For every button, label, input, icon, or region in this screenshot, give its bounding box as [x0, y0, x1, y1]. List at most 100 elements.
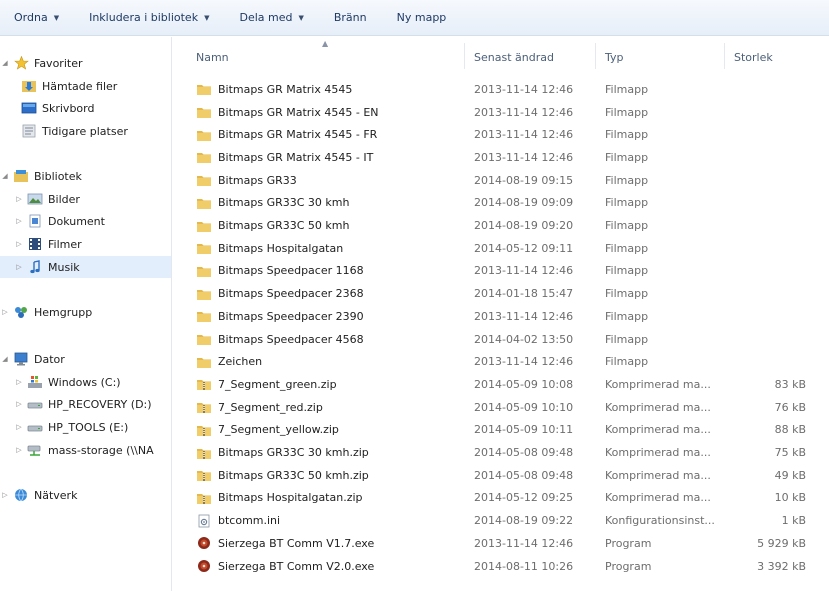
- music-icon: [27, 260, 43, 274]
- file-name: Bitmaps GR33: [218, 173, 297, 187]
- nav-homegroup[interactable]: ▷ Hemgrupp: [0, 301, 171, 323]
- file-row[interactable]: Bitmaps Hospitalgatan 2014-05-12 09:11 Fil…: [174, 237, 824, 260]
- nav-computer[interactable]: ◢ Dator: [0, 348, 171, 370]
- file-name-cell: Bitmaps GR Matrix 4545 - FR: [196, 128, 466, 142]
- file-row[interactable]: Bitmaps GR33C 30 kmh 2014-08-19 09:09 Film…: [174, 192, 824, 215]
- new-folder-button[interactable]: Ny mapp: [397, 11, 447, 24]
- expand-arrow-icon[interactable]: ▷: [14, 378, 24, 386]
- file-type: Filmapp: [605, 332, 649, 346]
- nav-music[interactable]: ▷ Musik: [0, 256, 171, 278]
- expand-arrow-icon[interactable]: ▷: [14, 217, 24, 225]
- column-type[interactable]: Typ: [605, 51, 624, 64]
- file-row[interactable]: Bitmaps Speedpacer 4568 2014-04-02 13:50 F…: [174, 328, 824, 351]
- include-in-library-button[interactable]: Inkludera i bibliotek ▼: [89, 11, 209, 24]
- file-name: Bitmaps Speedpacer 2368: [218, 287, 364, 301]
- nav-drive-c[interactable]: ▷ Windows (C:): [0, 371, 171, 393]
- file-row[interactable]: 7_Segment_red.zip 2014-05-09 10:10 Komprim…: [174, 396, 824, 419]
- file-date-modified: 2014-05-08 09:48: [474, 446, 574, 460]
- nav-label: Bibliotek: [34, 169, 82, 183]
- nav-drive-d[interactable]: ▷ HP_RECOVERY (D:): [0, 393, 171, 415]
- nav-network[interactable]: ▷ Nätverk: [0, 484, 171, 506]
- file-name: Bitmaps Hospitalgatan: [218, 241, 344, 255]
- nav-drive-e[interactable]: ▷ HP_TOOLS (E:): [0, 416, 171, 438]
- desktop-icon: [21, 101, 37, 115]
- expand-arrow-icon[interactable]: ▷: [0, 308, 10, 316]
- file-name-cell: Bitmaps GR Matrix 4545 - EN: [196, 105, 466, 119]
- expand-arrow-icon[interactable]: ▷: [14, 263, 24, 271]
- file-row[interactable]: Bitmaps GR33C 30 kmh.zip 2014-05-08 09:48…: [174, 441, 824, 464]
- organize-button[interactable]: Ordna ▼: [14, 11, 59, 24]
- file-name-cell: 7_Segment_yellow.zip: [196, 423, 466, 437]
- file-size: 75 kB: [774, 446, 806, 460]
- file-date-modified: 2014-05-12 09:25: [474, 491, 574, 505]
- file-row[interactable]: Bitmaps GR Matrix 4545 - FR 2013-11-14 12…: [174, 123, 824, 146]
- expand-arrow-icon[interactable]: ▷: [14, 446, 24, 454]
- file-date-modified: 2014-08-19 09:09: [474, 196, 574, 210]
- share-with-button[interactable]: Dela med ▼: [239, 11, 303, 24]
- expand-arrow-icon[interactable]: ▷: [14, 423, 24, 431]
- file-name: Bitmaps GR Matrix 4545 - IT: [218, 150, 374, 164]
- collapse-arrow-icon[interactable]: ◢: [0, 355, 10, 363]
- nav-downloads[interactable]: Hämtade filer: [0, 75, 171, 97]
- expand-arrow-icon[interactable]: ▷: [14, 195, 24, 203]
- expand-arrow-icon[interactable]: ▷: [0, 491, 10, 499]
- expand-arrow-icon[interactable]: ▷: [14, 240, 24, 248]
- file-row[interactable]: Zeichen 2013-11-14 12:46 Filmapp: [174, 350, 824, 373]
- nav-libraries[interactable]: ◢ Bibliotek: [0, 165, 171, 187]
- nav-favorites[interactable]: ◢ Favoriter: [0, 52, 171, 74]
- file-row[interactable]: Bitmaps Speedpacer 2390 2013-11-14 12:46 F…: [174, 305, 824, 328]
- file-name: 7_Segment_yellow.zip: [218, 423, 339, 437]
- file-row[interactable]: Bitmaps GR Matrix 4545 - EN 2013-11-14 12…: [174, 101, 824, 124]
- folder-icon: [196, 219, 212, 233]
- nav-pictures[interactable]: ▷ Bilder: [0, 188, 171, 210]
- nav-documents[interactable]: ▷ Dokument: [0, 210, 171, 232]
- column-divider[interactable]: [595, 43, 596, 69]
- burn-button[interactable]: Bränn: [334, 11, 367, 24]
- file-name: Bitmaps GR33C 30 kmh: [218, 196, 350, 210]
- file-row[interactable]: Bitmaps GR33C 50 kmh 2014-08-19 09:20 Film…: [174, 214, 824, 237]
- nav-label: HP_RECOVERY (D:): [48, 397, 152, 411]
- nav-desktop[interactable]: Skrivbord: [0, 97, 171, 119]
- folder-icon: [196, 150, 212, 164]
- file-date-modified: 2013-11-14 12:46: [474, 105, 574, 119]
- collapse-arrow-icon[interactable]: ◢: [0, 172, 10, 180]
- file-date-modified: 2013-11-14 12:46: [474, 264, 574, 278]
- column-size[interactable]: Storlek: [734, 51, 773, 64]
- file-row[interactable]: Bitmaps Hospitalgatan.zip 2014-05-12 09:2…: [174, 487, 824, 510]
- file-type: Komprimerad ma...: [605, 446, 711, 460]
- nav-videos[interactable]: ▷ Filmer: [0, 233, 171, 255]
- file-row[interactable]: Bitmaps GR Matrix 4545 2013-11-14 12:46 Fi…: [174, 78, 824, 101]
- file-name: 7_Segment_red.zip: [218, 400, 323, 414]
- file-date-modified: 2014-01-18 15:47: [474, 287, 574, 301]
- column-name[interactable]: Namn: [196, 51, 229, 64]
- column-date-modified[interactable]: Senast ändrad: [474, 51, 554, 64]
- file-row[interactable]: btcomm.ini 2014-08-19 09:22 Konfigurations…: [174, 509, 824, 532]
- file-date-modified: 2014-04-02 13:50: [474, 332, 574, 346]
- burn-label: Bränn: [333, 11, 367, 24]
- file-row[interactable]: Bitmaps GR Matrix 4545 - IT 2013-11-14 12…: [174, 146, 824, 169]
- file-row[interactable]: Bitmaps GR33C 50 kmh.zip 2014-05-08 09:48…: [174, 464, 824, 487]
- file-name: Bitmaps GR33C 50 kmh.zip: [218, 468, 369, 482]
- file-row[interactable]: Sierzega BT Comm V1.7.exe 2013-11-14 12:4…: [174, 532, 824, 555]
- file-row[interactable]: Sierzega BT Comm V2.0.exe 2014-08-11 10:2…: [174, 555, 824, 578]
- file-name-cell: Bitmaps GR33C 30 kmh.zip: [196, 446, 466, 460]
- nav-recent-places[interactable]: Tidigare platser: [0, 120, 171, 142]
- file-row[interactable]: Bitmaps GR33 2014-08-19 09:15 Filmapp: [174, 169, 824, 192]
- file-name: Sierzega BT Comm V2.0.exe: [218, 559, 375, 573]
- nav-network-drive[interactable]: ▷ mass-storage (\\NA: [0, 439, 171, 461]
- file-type: Komprimerad ma...: [605, 468, 711, 482]
- network-drive-icon: [27, 443, 43, 457]
- file-row[interactable]: 7_Segment_green.zip 2014-05-09 10:08 Kompr…: [174, 373, 824, 396]
- file-row[interactable]: Bitmaps Speedpacer 2368 2014-01-18 15:47 F…: [174, 282, 824, 305]
- column-divider[interactable]: [724, 43, 725, 69]
- folder-icon: [196, 196, 212, 210]
- column-divider[interactable]: [464, 43, 465, 69]
- file-row[interactable]: 7_Segment_yellow.zip 2014-05-09 10:11 Komp…: [174, 419, 824, 442]
- file-row[interactable]: Bitmaps Speedpacer 1168 2013-11-14 12:46 F…: [174, 260, 824, 283]
- file-type: Filmapp: [605, 264, 649, 278]
- file-name: Bitmaps GR Matrix 4545 - EN: [218, 105, 379, 119]
- expand-arrow-icon[interactable]: ▷: [14, 400, 24, 408]
- file-type: Filmapp: [605, 150, 649, 164]
- collapse-arrow-icon[interactable]: ◢: [0, 59, 10, 67]
- nav-label: Musik: [48, 260, 80, 274]
